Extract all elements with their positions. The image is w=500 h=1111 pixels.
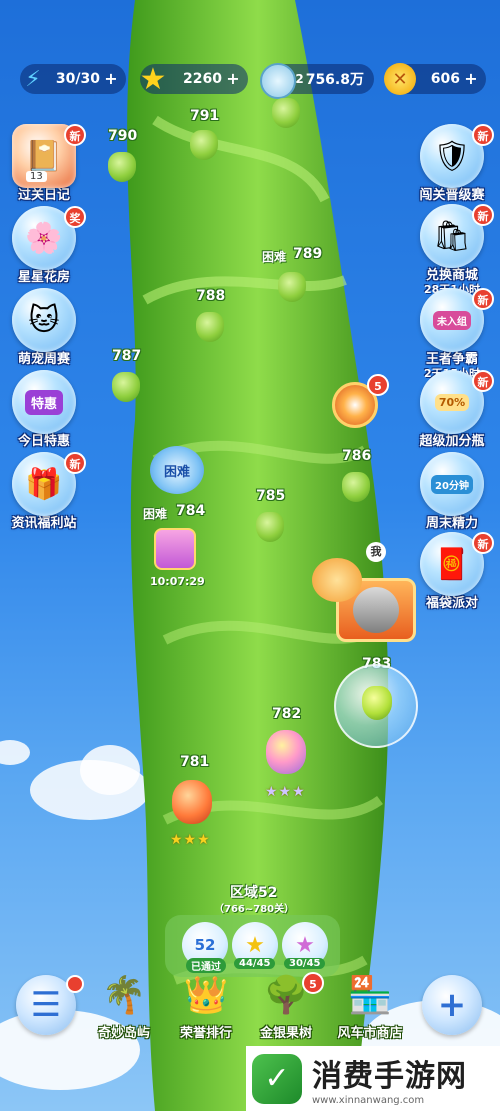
menu-star-greenhouse[interactable]: 🌸 奖 星星花房 [2, 206, 86, 285]
menu-super-bonus-bottle[interactable]: 70% 新 超级加分瓶 [410, 370, 494, 449]
menu-king-contest[interactable]: 未入组 新 王者争霸 2天15小时 [410, 288, 494, 381]
level-stars: ★★★ [265, 784, 306, 800]
nav-label: 风车市商店 [337, 1026, 403, 1041]
region-title: 区域52 [230, 885, 278, 901]
pumpkin-badge-icon [312, 558, 362, 602]
level-node-788[interactable] [196, 312, 224, 342]
stars-progress: 44/45 [234, 958, 276, 969]
level-number: 791 [190, 108, 220, 124]
add-gems-button[interactable]: + [462, 70, 480, 88]
palm-island-icon: 🌴 [101, 975, 147, 1016]
shop-icon: 🏪 [347, 975, 393, 1016]
hard-label: 困难 [143, 507, 168, 521]
energy-counter[interactable]: ⚡ 30/30 + [20, 64, 126, 94]
watermark: ✓ 消费手游网 www.xinnanwang.com [246, 1046, 500, 1111]
nav-windmill-shop[interactable]: 🏪 风车市商店 [330, 970, 410, 1041]
nav-label: 奇妙岛屿 [97, 1026, 150, 1041]
coins-value: 756.8万 [305, 72, 364, 88]
new-badge: 新 [472, 532, 494, 554]
wheel-badge: 5 [367, 374, 389, 396]
gold-token-icon: ✕ [384, 63, 416, 95]
add-stars-button[interactable]: + [224, 70, 242, 88]
current-pod [362, 686, 392, 720]
add-energy-button[interactable]: + [102, 70, 120, 88]
new-badge: 新 [472, 370, 494, 392]
menu-pet-weekly[interactable]: 🐱 萌宠周赛 [2, 288, 86, 367]
menu-exchange-mall[interactable]: 🛍 新 兑换商城 28天1小时 [410, 204, 494, 297]
nav-wonder-island[interactable]: 🌴 奇妙岛屿 [84, 970, 164, 1041]
gift-chest-icon[interactable] [154, 528, 196, 570]
level-node-789[interactable] [278, 272, 306, 302]
new-badge: 新 [472, 124, 494, 146]
level-node-792[interactable] [272, 98, 300, 128]
level-node-790[interactable] [108, 152, 136, 182]
menu-level-promotion[interactable]: 🛡 新 闯关晋级赛 [410, 124, 494, 203]
menu-notification-dot [66, 975, 84, 993]
nav-honor-ranking[interactable]: 👑 荣誉排行 [166, 970, 246, 1041]
hard-label: 困难 [262, 250, 287, 264]
level-number: 787 [112, 348, 142, 364]
energy-tag: 20分钟 [431, 474, 473, 494]
gems-counter[interactable]: ✕ 606 + [384, 63, 486, 95]
menu-weekend-energy[interactable]: 20分钟 周末精力 [410, 452, 494, 531]
watermark-title: 消费手游网 [312, 1059, 467, 1094]
add-button[interactable]: + [422, 975, 482, 1035]
level-node-786[interactable] [342, 472, 370, 502]
watermark-url: www.xinnanwang.com [312, 1095, 425, 1106]
deal-tag: 特惠 [24, 389, 63, 415]
new-badge: 新 [472, 288, 494, 310]
reward-badge: 奖 [64, 206, 86, 228]
new-badge: 新 [64, 124, 86, 146]
coin-icon [260, 63, 296, 99]
watermark-logo-icon: ✓ [252, 1053, 302, 1104]
cat-icon: 🐱 [12, 288, 76, 352]
level-number: 785 [256, 488, 286, 504]
diary-count: 13 [26, 171, 47, 182]
menu-lucky-bag-party[interactable]: 🧧 新 福袋派对 [410, 532, 494, 611]
cloud [0, 740, 30, 765]
level-stars: ★★★ [170, 832, 211, 848]
menu-level-diary[interactable]: 📔 13 新 过关日记 [2, 124, 86, 203]
milk-bottle-icon: 20分钟 [420, 452, 484, 516]
level-number: 784 [176, 503, 206, 519]
coins-counter[interactable]: 2 756.8万 [260, 63, 374, 99]
level-number: 782 [272, 706, 302, 722]
bonus-tag: 70% [434, 393, 470, 411]
shop-stall-icon: 特惠 [12, 370, 76, 434]
new-badge: 新 [64, 452, 86, 474]
level-timer: 10:07:29 [150, 575, 205, 588]
level-node-785[interactable] [256, 512, 284, 542]
menu-daily-deal[interactable]: 特惠 今日特惠 [2, 370, 86, 449]
region-range: （766~780关） [214, 904, 295, 915]
hard-flower-label: 困难 [163, 464, 190, 480]
rainbow-stars-progress: 30/45 [284, 958, 326, 969]
gems-value: 606 [430, 71, 460, 87]
nav-label: 荣誉排行 [179, 1026, 232, 1041]
level-node-782[interactable] [266, 730, 306, 774]
star-icon: ★ [139, 61, 167, 97]
energy-value: 30/30 [55, 71, 100, 87]
level-number: 786 [342, 448, 372, 464]
new-badge: 新 [472, 204, 494, 226]
level-number: 789 [293, 246, 323, 262]
tree-badge: 5 [302, 972, 324, 994]
passed-number: 52 [194, 936, 216, 954]
level-node-787[interactable] [112, 372, 140, 402]
level-node-791[interactable] [190, 130, 218, 160]
me-tag: 我 [366, 542, 386, 562]
level-number: 790 [108, 128, 138, 144]
stars-counter[interactable]: ★ 2260 + [140, 62, 248, 97]
menu-news-welfare[interactable]: 🎁 新 资讯福利站 [2, 452, 86, 531]
stars-value: 2260 [183, 71, 222, 87]
crown-icon: 👑 [183, 975, 229, 1016]
hard-flower-icon: 困难 [150, 446, 204, 494]
coins-prefix: 2 [295, 72, 304, 86]
avatar-photo [353, 587, 399, 633]
level-number: 788 [196, 288, 226, 304]
group-tag: 未入组 [433, 310, 471, 330]
lightning-icon: ⚡ [25, 66, 41, 92]
nav-label: 金银果树 [259, 1026, 312, 1041]
level-number: 781 [180, 754, 210, 770]
level-node-781[interactable] [172, 780, 212, 824]
